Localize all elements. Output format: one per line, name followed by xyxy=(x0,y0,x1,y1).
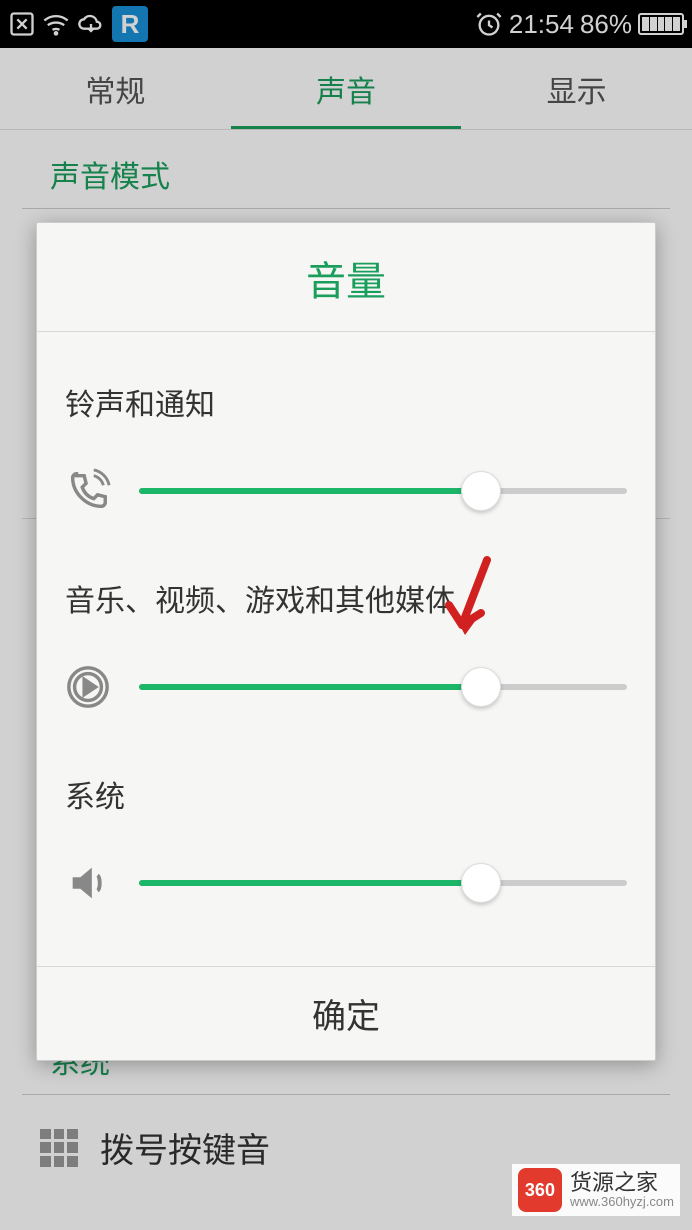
volume-label-media: 音乐、视频、游戏和其他媒体 xyxy=(65,576,627,620)
volume-label-ring: 铃声和通知 xyxy=(65,380,627,424)
watermark: 360 货源之家 www.360hyzj.com xyxy=(512,1164,680,1216)
dialog-title: 音量 xyxy=(37,223,655,332)
slider-media-fill xyxy=(139,684,481,690)
volume-group-ring: 铃声和通知 xyxy=(65,380,627,514)
slider-ring[interactable] xyxy=(139,471,627,511)
volume-group-media: 音乐、视频、游戏和其他媒体 xyxy=(65,576,627,710)
slider-media[interactable] xyxy=(139,667,627,707)
dialog-body: 铃声和通知 音乐、视频、游戏和其他媒体 xyxy=(37,332,655,966)
speaker-icon xyxy=(65,860,111,906)
slider-ring-thumb[interactable] xyxy=(461,471,501,511)
slider-system[interactable] xyxy=(139,863,627,903)
watermark-text: 货源之家 www.360hyzj.com xyxy=(570,1171,674,1209)
volume-label-system: 系统 xyxy=(65,772,627,816)
volume-group-system: 系统 xyxy=(65,772,627,906)
phone-ring-icon xyxy=(65,468,111,514)
slider-media-thumb[interactable] xyxy=(461,667,501,707)
slider-system-thumb[interactable] xyxy=(461,863,501,903)
slider-system-fill xyxy=(139,880,481,886)
play-media-icon xyxy=(65,664,111,710)
watermark-badge: 360 xyxy=(518,1168,562,1212)
confirm-button[interactable]: 确定 xyxy=(37,966,655,1060)
volume-dialog: 音量 铃声和通知 音乐、视频、游戏和其他媒体 xyxy=(36,222,656,1061)
slider-ring-fill xyxy=(139,488,481,494)
